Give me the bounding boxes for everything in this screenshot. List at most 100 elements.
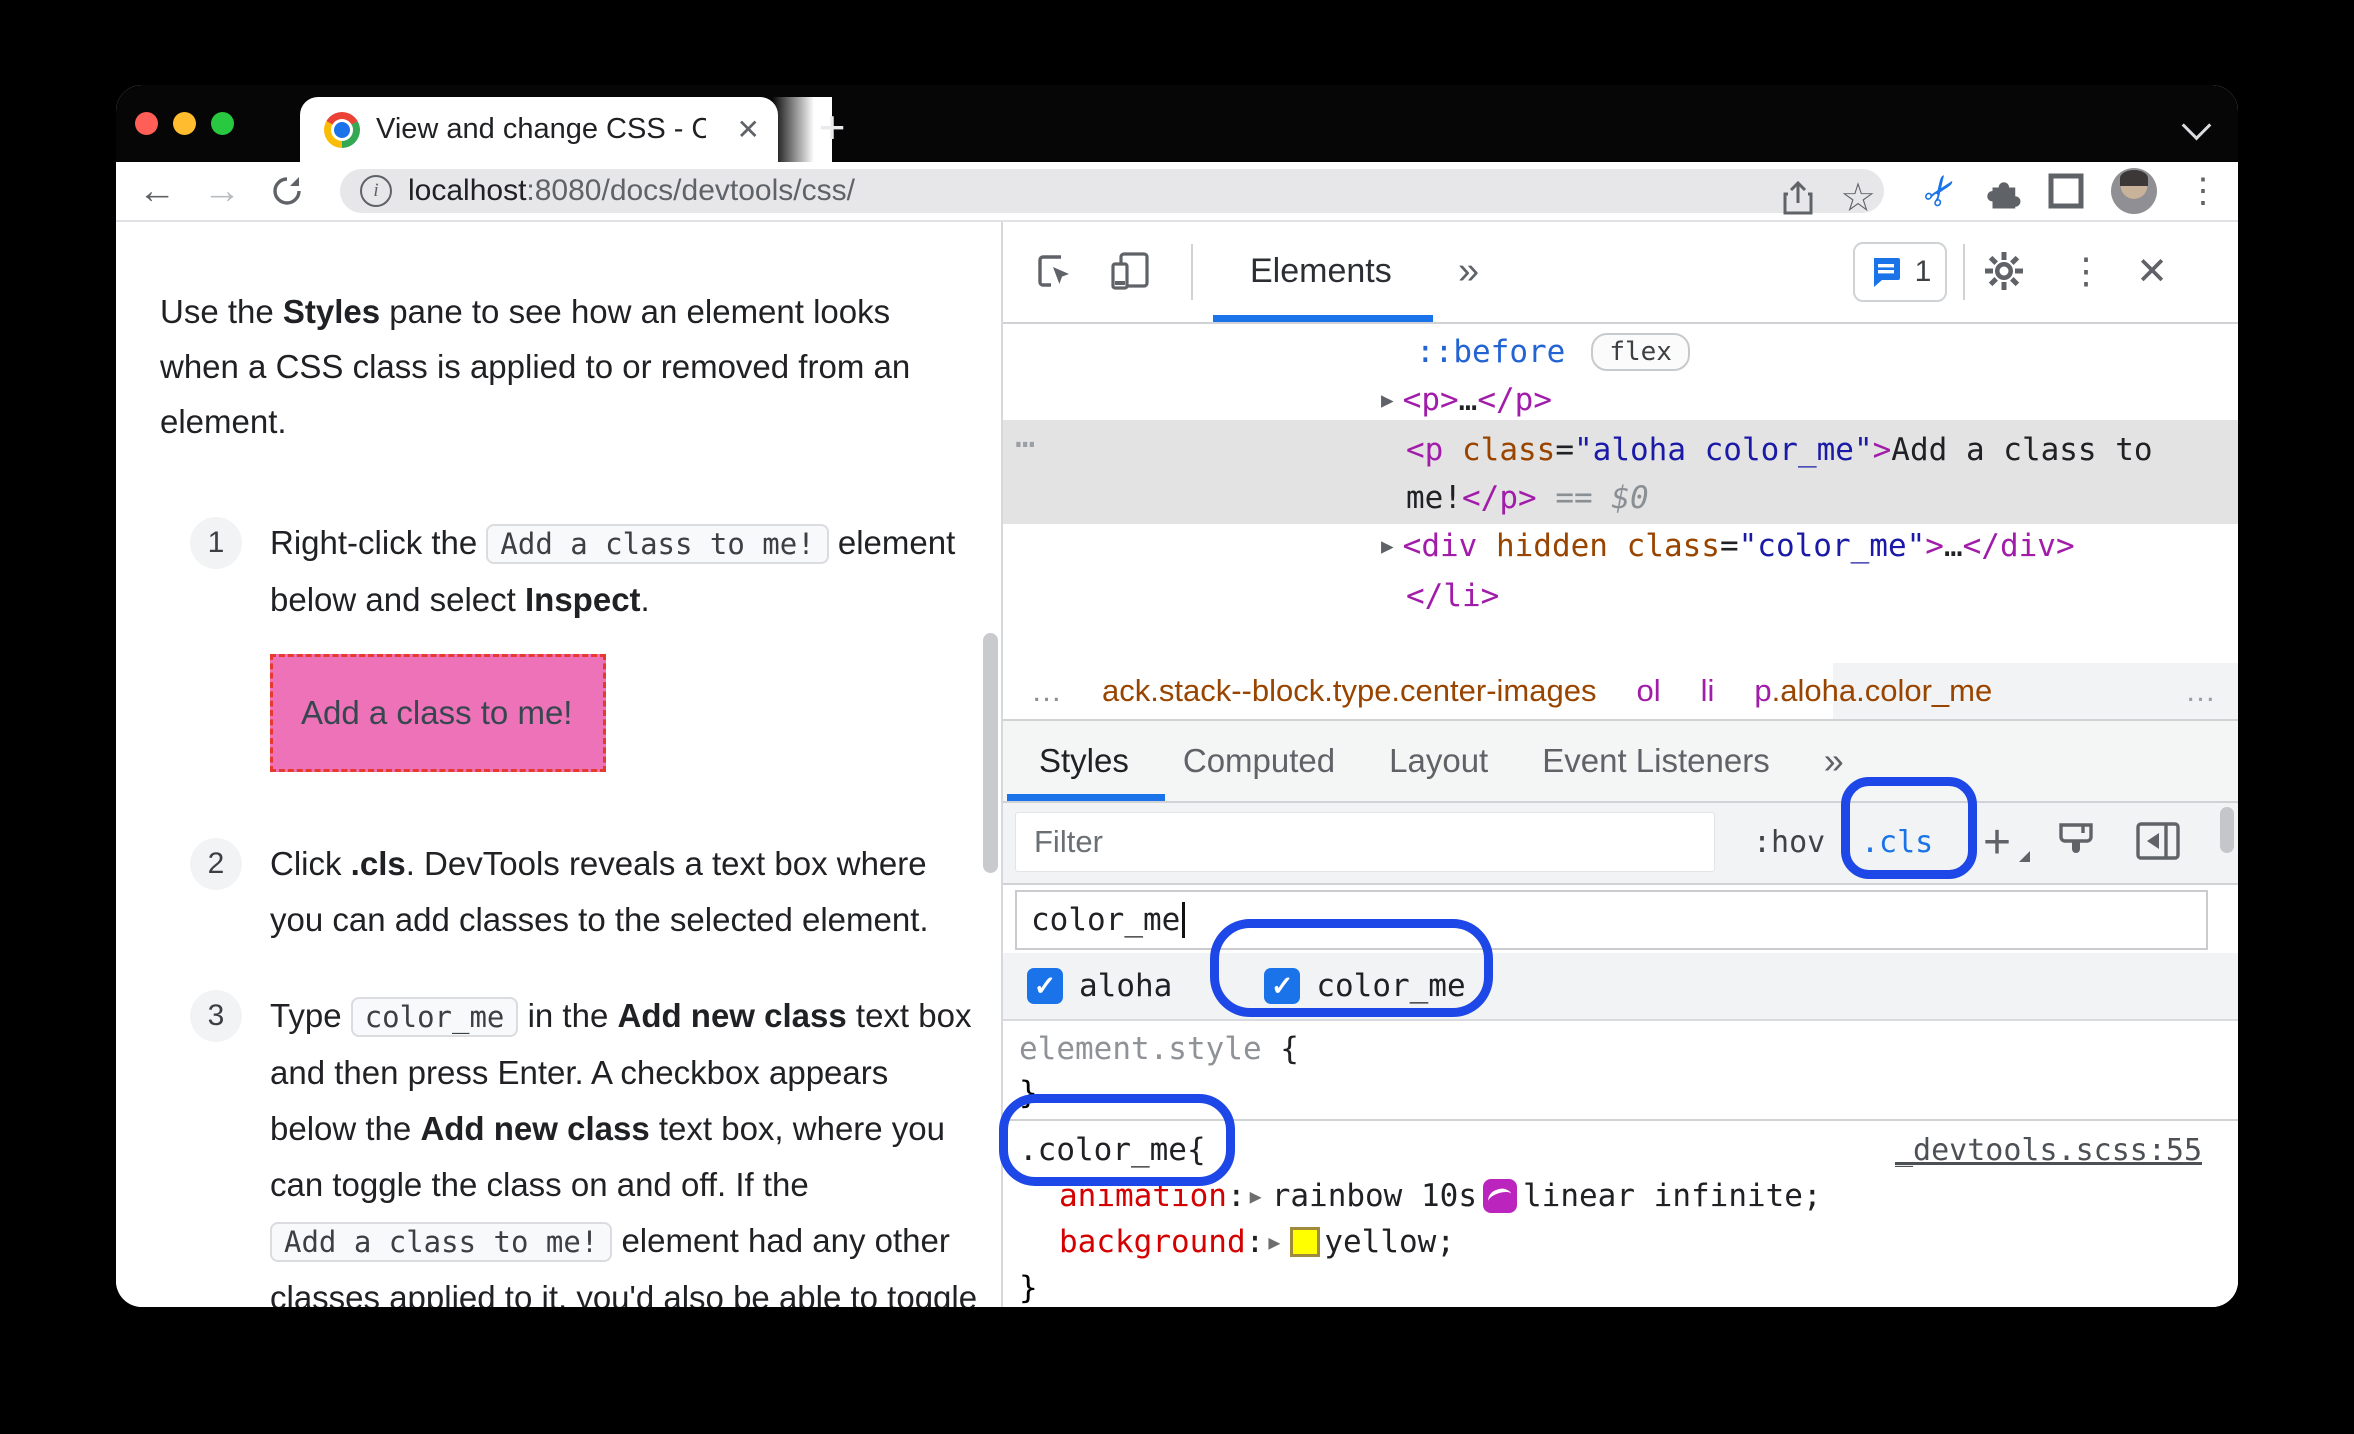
new-style-rule-dropdown-icon[interactable] <box>2019 851 2030 862</box>
add-new-class-input[interactable]: color_me <box>1015 890 2208 950</box>
element-classes-row: ✓ aloha ✓ color_me <box>1003 953 2238 1021</box>
issues-bubble-icon <box>1873 258 1900 287</box>
devtools-settings-gear-icon[interactable] <box>1981 248 2027 294</box>
url-path: :8080/docs/devtools/css/ <box>526 174 855 207</box>
styles-tab-underline <box>1007 794 1165 801</box>
back-button[interactable]: ← <box>131 162 183 220</box>
browser-tab[interactable]: View and change CSS - Chrom ✕ <box>300 97 832 162</box>
site-info-icon[interactable]: i <box>360 175 392 207</box>
step-2-text: Click .cls. DevTools reveals a text box … <box>270 845 929 938</box>
step-2: 2 Click .cls. DevTools reveals a text bo… <box>160 836 1001 948</box>
aloha-checkbox[interactable]: ✓ <box>1027 968 1063 1004</box>
profile-avatar[interactable] <box>2111 168 2157 214</box>
add-class-demo-element[interactable]: Add a class to me! <box>270 654 606 772</box>
dom-line-li-close[interactable]: </li> <box>1406 572 1499 620</box>
color-me-checkbox[interactable]: ✓ <box>1264 968 1301 1004</box>
inspect-element-icon[interactable] <box>1033 250 1077 294</box>
toolbar-separator-2 <box>1963 244 1965 300</box>
aloha-checkbox-label[interactable]: aloha <box>1079 968 1172 1004</box>
animation-property-line[interactable]: animation: ▶ rainbow 10s linear infinite; <box>1019 1173 2238 1219</box>
element-style-open: element.style { <box>1019 1031 1299 1067</box>
tutorial-pane: Use the Styles pane to see how an elemen… <box>116 222 1003 1307</box>
step-1: 1 Right-click the Add a class to me! ele… <box>160 515 1001 796</box>
text-cursor <box>1182 902 1186 938</box>
breadcrumb[interactable]: … ack.stack--block.type.center-images ol li… <box>1003 663 2238 721</box>
dom-tree: ⋯ ::before flex ▶ <p>… </p> <p class = "aloha… <box>1003 324 2238 663</box>
tab-title: View and change CSS - Chrom <box>376 113 706 145</box>
color-me-checkbox-label[interactable]: color_me <box>1316 968 1465 1004</box>
dom-line-p-collapsed[interactable]: ▶ <p>… </p> <box>1381 376 1552 424</box>
tutorial-steps: 1 Right-click the Add a class to me! ele… <box>160 515 1001 1307</box>
url-text: localhost:8080/docs/devtools/css/ <box>408 174 855 208</box>
dom-line-selected-2[interactable]: me! </p> == $0 <box>1406 474 1649 522</box>
devtools-panel: Elements » 1 ⋮ ✕ ⋯::before flex ▶ <p> …… <box>999 222 2238 1307</box>
element-style-close: } <box>1019 1075 1038 1111</box>
more-panels-chevron[interactable]: » <box>1458 222 1479 320</box>
browser-window: View and change CSS - Chrom ✕ + ← → i lo… <box>116 85 2238 1307</box>
step-1-number: 1 <box>190 517 242 569</box>
tab-search-chevron-icon[interactable] <box>2181 110 2212 141</box>
class-input-value: color_me <box>1031 902 1181 938</box>
sidebar-toggle-icon[interactable] <box>2135 821 2181 861</box>
step-3-number: 3 <box>190 990 242 1042</box>
reload-button[interactable] <box>261 162 313 220</box>
url-host: localhost <box>408 174 527 207</box>
scissors-extension-icon[interactable]: ✂ <box>1906 156 1976 226</box>
issues-counter-button[interactable]: 1 <box>1853 242 1947 302</box>
issues-count: 1 <box>1914 255 1932 288</box>
step-2-number: 2 <box>190 838 242 890</box>
tab-computed[interactable]: Computed <box>1183 742 1335 780</box>
tab-elements[interactable]: Elements <box>1250 222 1392 320</box>
chrome-favicon-icon <box>324 111 360 148</box>
node-overflow-dots[interactable]: ⋯ <box>1015 424 1035 464</box>
address-bar[interactable]: i localhost:8080/docs/devtools/css/ ☆ <box>340 169 1884 220</box>
dom-line-selected-1[interactable]: <p class = "aloha color_me" > Add a class to <box>1406 426 2153 474</box>
screenshot-canvas: View and change CSS - Chrom ✕ + ← → i lo… <box>0 0 2354 1434</box>
page-scrollbar-thumb[interactable] <box>983 633 998 873</box>
styles-filter-input[interactable] <box>1015 812 1715 872</box>
styles-filter-row: :hov .cls + <box>1003 803 2238 885</box>
tab-close-icon[interactable]: ✕ <box>737 115 760 144</box>
background-property-line[interactable]: background: ▶ yellow; <box>1019 1219 2238 1265</box>
step-3: 3 Type color_me in the Add new class tex… <box>160 988 1001 1307</box>
forward-button[interactable]: → <box>196 162 248 220</box>
bookmark-star-icon[interactable]: ☆ <box>1838 176 1878 220</box>
styles-scrollbar-thumb[interactable] <box>2220 807 2234 853</box>
devtools-tabbar: Elements » 1 ⋮ ✕ <box>1003 222 2238 324</box>
more-subtabs-chevron[interactable]: » <box>1824 740 1844 782</box>
step-3-text: Type color_me in the Add new class text … <box>270 997 978 1307</box>
dom-line-before-pseudo[interactable]: ::before flex <box>1416 328 1690 376</box>
share-icon[interactable] <box>1778 178 1818 218</box>
add-new-class-row: color_me <box>1003 885 2238 953</box>
rule-close-brace: } <box>1019 1270 1038 1306</box>
tab-layout[interactable]: Layout <box>1389 742 1488 780</box>
tab-styles[interactable]: Styles <box>1039 742 1129 780</box>
styles-subtabs: Styles Computed Layout Event Listeners » <box>1003 721 2238 803</box>
step-1-text: Right-click the Add a class to me! eleme… <box>270 524 956 618</box>
breadcrumb-items[interactable]: … ack.stack--block.type.center-images ol li… <box>1031 673 2238 709</box>
element-style-section[interactable]: element.style { } <box>1003 1021 2238 1121</box>
rendering-brush-icon[interactable] <box>2053 819 2099 865</box>
browser-toolbar: ← → i localhost:8080/docs/devtools/css/ … <box>116 162 2238 222</box>
minimize-traffic-light[interactable] <box>173 112 196 135</box>
content-area: Use the Styles pane to see how an elemen… <box>116 222 2238 1307</box>
toggle-hover-state-button[interactable]: :hov <box>1753 803 1825 881</box>
zoom-traffic-light[interactable] <box>211 112 234 135</box>
toggle-element-classes-button[interactable]: .cls <box>1861 803 1933 881</box>
extensions-puzzle-icon[interactable] <box>1978 166 2028 216</box>
elements-tab-underline <box>1213 315 1433 322</box>
title-bar: View and change CSS - Chrom ✕ + <box>116 85 2238 162</box>
close-traffic-light[interactable] <box>135 112 158 135</box>
dom-line-div-hidden[interactable]: ▶ <div hidden class = "color_me" >… </div> <box>1381 522 2075 570</box>
side-panel-icon[interactable] <box>2041 166 2091 216</box>
tab-event-listeners[interactable]: Event Listeners <box>1542 742 1769 780</box>
tutorial-intro: Use the Styles pane to see how an elemen… <box>160 293 911 440</box>
devtools-menu-kebab-icon[interactable]: ⋮ <box>2061 246 2111 296</box>
new-tab-button[interactable]: + <box>804 99 860 155</box>
devtools-close-icon[interactable]: ✕ <box>2127 246 2177 296</box>
stylesheet-source-link[interactable]: _devtools.scss:55 <box>1895 1133 2202 1168</box>
color-me-rule-section[interactable]: .color_me { _devtools.scss:55 animation:… <box>1003 1121 2238 1307</box>
browser-menu-kebab-icon[interactable]: ⋮ <box>2178 166 2228 216</box>
device-toolbar-icon[interactable] <box>1107 248 1153 294</box>
new-style-rule-button[interactable]: + <box>1971 803 2023 881</box>
